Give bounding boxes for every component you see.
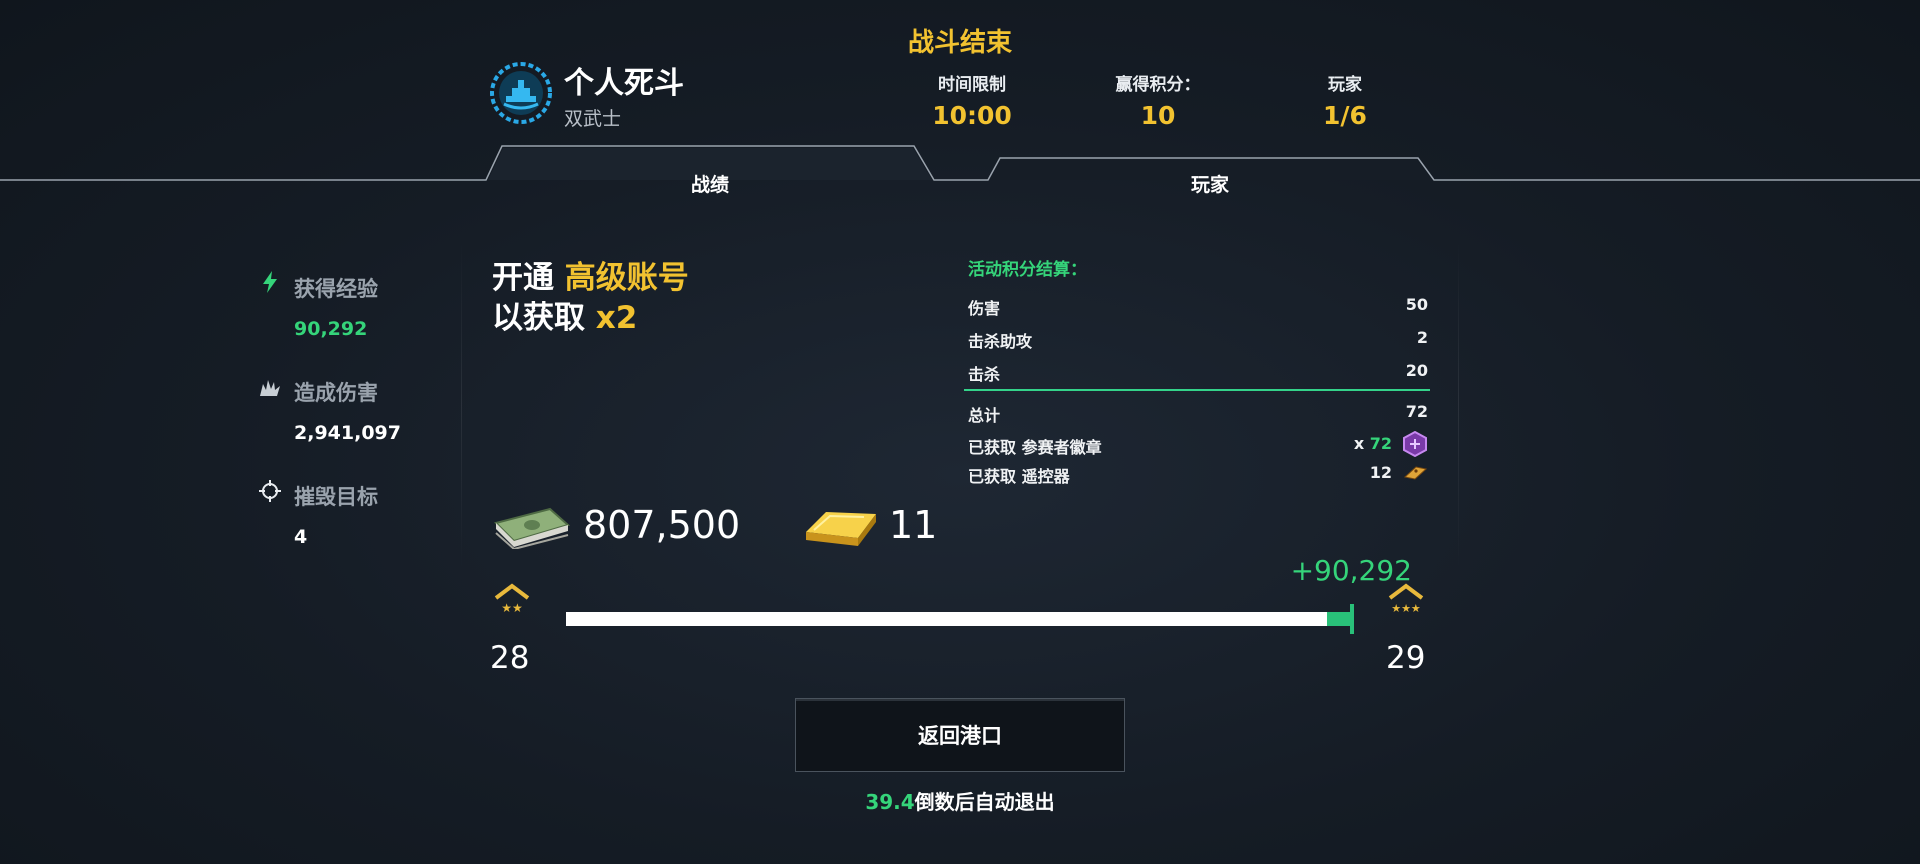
explosion-icon — [258, 376, 282, 400]
damage-dealt-value: 2,941,097 — [294, 422, 401, 444]
event-row-total: 总计 72 — [968, 402, 1428, 425]
mode-title: 个人死斗 — [564, 66, 684, 101]
xp-bar-marker — [1350, 604, 1354, 634]
event-reward-remote: 已获取 遥控器 12 — [968, 463, 1428, 486]
next-level: 29 — [1386, 640, 1426, 676]
event-reward-badge: 已获取 参赛者徽章 x 72 — [968, 434, 1428, 457]
event-reward-value: 72 — [1369, 434, 1392, 453]
time-limit-label: 时间限制 — [938, 75, 1006, 95]
points-won-label: 赢得积分： — [1115, 75, 1201, 95]
badge-icon — [1402, 430, 1428, 458]
event-total-label: 总计 — [968, 406, 1001, 425]
xp-gained-value: 90,292 — [294, 318, 368, 340]
xp-bar-gain-fill — [1327, 612, 1352, 626]
event-total-value: 72 — [1405, 402, 1428, 421]
premium-promo[interactable]: 开通 高级账号 以获取 x2 — [492, 258, 689, 338]
event-row-value: 2 — [1416, 328, 1428, 347]
event-reward-prefix: x — [1353, 434, 1370, 453]
premium-line1-prefix: 开通 — [492, 260, 565, 296]
panel-left-edge — [461, 240, 462, 570]
next-rank-chevron-icon: ★★★ — [1386, 582, 1426, 615]
event-row-kills: 击杀 20 — [968, 361, 1428, 384]
time-limit-value: 10:00 — [932, 101, 1012, 130]
mode-subtitle: 双武士 — [564, 108, 622, 130]
players-label: 玩家 — [1328, 75, 1362, 95]
players-value: 1/6 — [1323, 101, 1367, 130]
countdown-value: 39.4 — [865, 790, 915, 814]
premium-account-highlight: 高级账号 — [564, 260, 689, 296]
svg-text:★★: ★★ — [501, 601, 523, 614]
svg-text:★★★: ★★★ — [1391, 602, 1421, 614]
event-points-title: 活动积分结算： — [968, 260, 1087, 280]
battle-end-title: 战斗结束 — [907, 28, 1012, 58]
auto-exit-countdown: 39.4倒数后自动退出 — [760, 786, 1160, 815]
crosshair-icon — [258, 479, 282, 503]
xp-gained-label: 获得经验 — [294, 277, 378, 301]
rank-chevron-icon: ★★ — [492, 582, 532, 615]
targets-destroyed-value: 4 — [294, 526, 308, 548]
event-row-damage: 伤害 50 — [968, 295, 1428, 318]
xp-bar-track — [566, 612, 1352, 626]
mode-emblem-icon — [490, 62, 552, 124]
gold-bar-icon — [800, 500, 882, 552]
event-row-label: 击杀助攻 — [968, 332, 1033, 351]
return-to-port-label: 返回港口 — [918, 724, 1002, 748]
remote-icon — [1402, 463, 1428, 483]
countdown-text: 倒数后自动退出 — [914, 790, 1055, 814]
damage-dealt-label: 造成伤害 — [294, 381, 378, 405]
gold-amount: 11 — [889, 503, 938, 547]
event-reward-label: 已获取 参赛者徽章 — [968, 438, 1102, 457]
points-won-value: 10 — [1140, 101, 1176, 130]
event-reward-value: 12 — [1369, 463, 1392, 482]
return-to-port-button[interactable]: 返回港口 — [795, 698, 1125, 772]
cash-icon — [492, 505, 572, 551]
event-divider — [964, 389, 1430, 391]
event-row-value: 20 — [1405, 361, 1428, 380]
event-reward-label: 已获取 遥控器 — [968, 467, 1070, 486]
cash-amount: 807,500 — [583, 503, 741, 547]
current-level: 28 — [490, 640, 530, 676]
targets-destroyed-label: 摧毁目标 — [294, 485, 378, 509]
tab-record[interactable]: 战绩 — [610, 170, 810, 197]
event-row-value: 50 — [1405, 295, 1428, 314]
lightning-icon — [258, 270, 282, 294]
premium-line2-prefix: 以获取 — [492, 300, 596, 336]
event-row-label: 击杀 — [968, 365, 1001, 384]
event-row-label: 伤害 — [968, 299, 1001, 318]
premium-multiplier: x2 — [595, 300, 638, 336]
event-row-assist: 击杀助攻 2 — [968, 328, 1428, 351]
tab-players[interactable]: 玩家 — [1110, 170, 1310, 197]
panel-right-edge — [1458, 240, 1459, 570]
